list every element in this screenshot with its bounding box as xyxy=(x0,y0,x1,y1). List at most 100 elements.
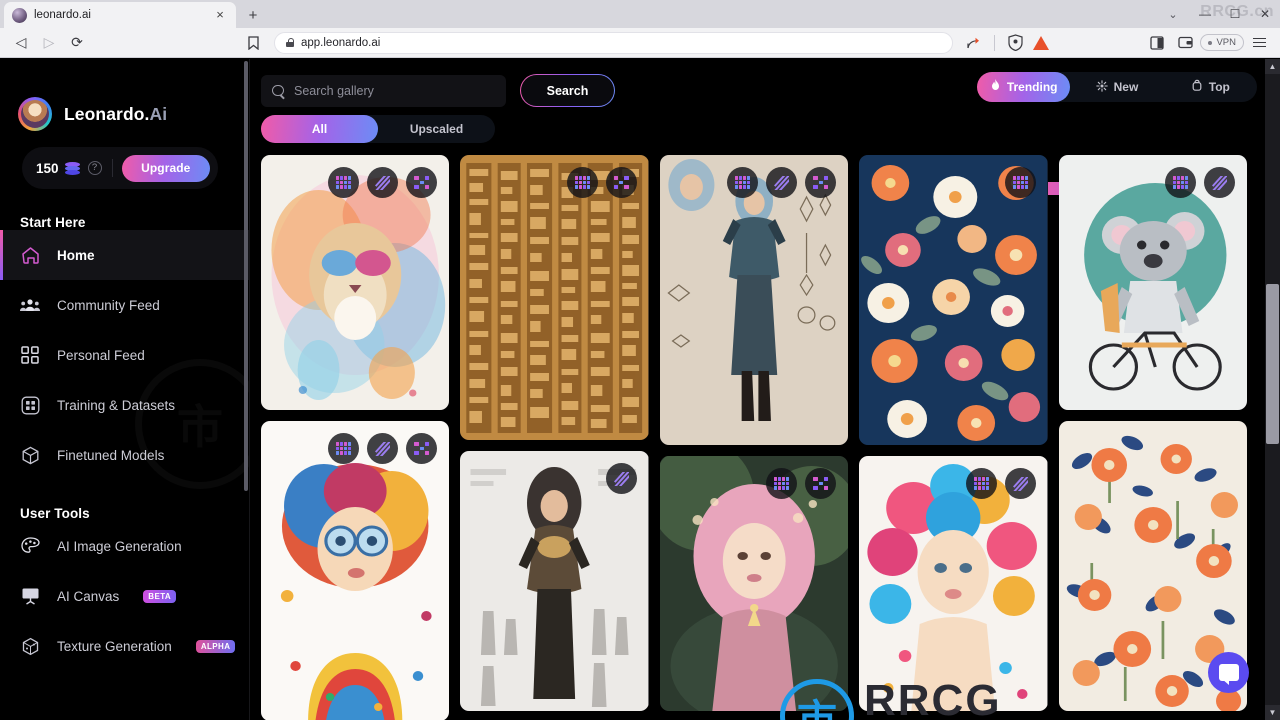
remix-glyph xyxy=(574,176,590,189)
sidebar-item-label: Training & Datasets xyxy=(57,397,176,413)
gallery-column xyxy=(460,155,649,720)
back-icon[interactable]: ◁ xyxy=(8,31,34,55)
new-tab-button[interactable]: + xyxy=(240,2,266,28)
chat-bubble-icon[interactable] xyxy=(1208,652,1249,693)
gallery-card[interactable] xyxy=(659,456,849,711)
sidebar-item-community-feed[interactable]: Community Feed xyxy=(0,280,249,330)
card-image-rogue-sheet xyxy=(659,155,849,445)
sidebar-item-ai-canvas[interactable]: AI Canvas BETA xyxy=(0,571,249,621)
browser-tab[interactable]: leonardo.ai × xyxy=(4,2,236,28)
grid-squares-icon xyxy=(20,345,40,365)
unzoom-variation-icon[interactable] xyxy=(605,463,637,494)
filter-segmented-control: All Upscaled xyxy=(261,115,495,143)
remix-icon[interactable] xyxy=(766,468,798,499)
sidebar-item-personal-feed[interactable]: Personal Feed xyxy=(0,330,249,380)
window-controls: ⌄ — ☐ ✕ xyxy=(1156,0,1280,28)
sidebar-item-training-datasets[interactable]: Training & Datasets xyxy=(0,380,249,430)
unzoom-variation-icon[interactable] xyxy=(1004,468,1036,499)
sidebar-item-finetuned-models[interactable]: Finetuned Models xyxy=(0,430,249,480)
gallery-card[interactable] xyxy=(261,155,450,410)
close-icon[interactable]: × xyxy=(212,7,228,23)
texture-cube-icon xyxy=(20,636,40,656)
card-actions xyxy=(1004,167,1036,198)
brand-logo-block[interactable]: Leonardo.Ai xyxy=(0,59,249,131)
trophy-icon xyxy=(1191,79,1203,95)
gallery-card[interactable] xyxy=(460,451,649,711)
expand-icon[interactable] xyxy=(805,468,837,499)
forward-icon[interactable]: ▷ xyxy=(36,31,62,55)
expand-icon[interactable] xyxy=(605,167,637,198)
sidebar-item-label: Finetuned Models xyxy=(57,447,165,463)
people-group-icon xyxy=(20,295,40,315)
remix-icon[interactable] xyxy=(965,468,997,499)
remix-icon[interactable] xyxy=(1165,167,1197,198)
sidebar-item-home[interactable]: Home xyxy=(0,230,249,280)
filter-tab-upscaled[interactable]: Upscaled xyxy=(378,115,495,143)
gallery-card[interactable] xyxy=(859,456,1048,711)
expand-icon[interactable] xyxy=(406,433,438,464)
sort-tab-top[interactable]: Top xyxy=(1164,72,1257,102)
window-close-button[interactable]: ✕ xyxy=(1250,0,1280,28)
gallery-columns xyxy=(261,155,1248,720)
sort-tab-trending[interactable]: Trending xyxy=(977,72,1071,102)
share-icon[interactable] xyxy=(961,31,987,55)
remix-icon[interactable] xyxy=(328,167,360,198)
remix-icon[interactable] xyxy=(1004,167,1036,198)
hamburger-menu-icon[interactable] xyxy=(1246,31,1272,55)
question-mark-icon[interactable]: ? xyxy=(87,161,102,175)
unzoom-variation-icon[interactable] xyxy=(367,167,399,198)
search-input[interactable]: Search gallery xyxy=(261,75,506,107)
scroll-up-arrow[interactable]: ▲ xyxy=(1265,59,1280,74)
address-bar[interactable]: app.leonardo.ai xyxy=(274,31,954,54)
shield-glyph xyxy=(1008,34,1023,51)
sort-label: Trending xyxy=(1006,80,1058,94)
sidebar-item-texture-generation[interactable]: Texture Generation ALPHA xyxy=(0,621,249,671)
lion-triangle-glyph xyxy=(1033,35,1050,50)
card-actions xyxy=(328,433,438,464)
scrollbar-thumb[interactable] xyxy=(1266,284,1279,444)
brave-wallet-icon[interactable] xyxy=(1172,31,1198,55)
gallery-card[interactable] xyxy=(659,155,849,445)
scroll-down-arrow[interactable]: ▼ xyxy=(1265,705,1280,720)
browser-window: leonardo.ai × + ⌄ — ☐ ✕ ◁ ▷ ⟳ app.leonar… xyxy=(0,0,1280,720)
sidebar-scrollbar[interactable] xyxy=(244,61,248,491)
vpn-label: VPN xyxy=(1216,37,1236,48)
sidebar-panel-icon[interactable] xyxy=(1144,31,1170,55)
unzoom-variation-icon[interactable] xyxy=(1204,167,1236,198)
unzoom-variation-icon[interactable] xyxy=(367,433,399,464)
brave-lion-icon[interactable] xyxy=(1030,32,1052,54)
sidebar-item-ai-image-generation[interactable]: AI Image Generation xyxy=(0,521,249,571)
vpn-toggle[interactable]: VPN xyxy=(1200,34,1244,51)
page-scrollbar[interactable]: ▲ ▼ xyxy=(1265,59,1280,720)
upgrade-button[interactable]: Upgrade xyxy=(121,154,210,182)
unzoom-variation-icon[interactable] xyxy=(766,167,798,198)
people-glyph xyxy=(20,298,40,311)
maximize-button[interactable]: ☐ xyxy=(1220,0,1250,28)
expand-icon[interactable] xyxy=(805,167,837,198)
remix-glyph xyxy=(1012,176,1028,189)
gallery-card[interactable] xyxy=(261,421,450,720)
sidebar-item-label: Home xyxy=(57,247,95,263)
minimize-button[interactable]: — xyxy=(1190,0,1220,28)
beta-badge: BETA xyxy=(143,589,177,603)
image-gallery xyxy=(250,155,1258,720)
gallery-card[interactable] xyxy=(859,155,1048,445)
sort-tab-new[interactable]: New xyxy=(1070,72,1163,102)
card-actions xyxy=(1165,167,1236,198)
remix-icon[interactable] xyxy=(328,433,360,464)
remix-icon[interactable] xyxy=(727,167,759,198)
bookmark-icon[interactable] xyxy=(240,31,266,55)
reload-icon[interactable]: ⟳ xyxy=(64,31,90,55)
search-button[interactable]: Search xyxy=(520,74,615,107)
expand-icon[interactable] xyxy=(406,167,438,198)
filter-tab-all[interactable]: All xyxy=(261,115,378,143)
app-sidebar: 市 Leonardo.Ai 150 ? Upgrade Start Here xyxy=(0,59,250,720)
card-actions xyxy=(727,167,837,198)
chevron-down-icon[interactable]: ⌄ xyxy=(1156,0,1190,28)
remix-icon[interactable] xyxy=(566,167,598,198)
gallery-card[interactable] xyxy=(1058,155,1248,410)
gallery-card[interactable] xyxy=(460,155,649,440)
sort-label: New xyxy=(1113,80,1139,94)
remix-glyph xyxy=(735,176,751,189)
brave-shields-icon[interactable] xyxy=(1002,31,1028,55)
